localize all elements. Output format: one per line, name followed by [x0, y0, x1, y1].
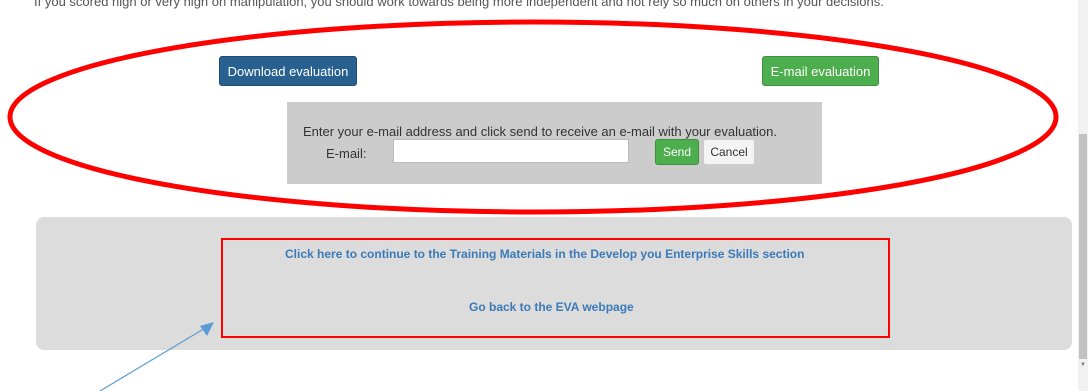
- scroll-down-arrow-icon[interactable]: ▼: [1078, 360, 1088, 370]
- page-scrollbar[interactable]: ▼: [1078, 0, 1088, 391]
- intro-text: If you scored high or very high on manip…: [34, 0, 884, 9]
- cancel-button[interactable]: Cancel: [703, 139, 755, 165]
- email-field[interactable]: [393, 139, 629, 163]
- email-instruction: Enter your e-mail address and click send…: [303, 124, 778, 139]
- download-evaluation-button[interactable]: Download evaluation: [219, 56, 357, 86]
- email-field-label: E-mail:: [326, 146, 367, 161]
- annotation-red-rectangle: [221, 238, 890, 338]
- send-button[interactable]: Send: [655, 139, 699, 165]
- email-form-panel: Enter your e-mail address and click send…: [287, 102, 822, 184]
- email-evaluation-button[interactable]: E-mail evaluation: [762, 56, 879, 86]
- scrollbar-thumb[interactable]: [1079, 134, 1087, 359]
